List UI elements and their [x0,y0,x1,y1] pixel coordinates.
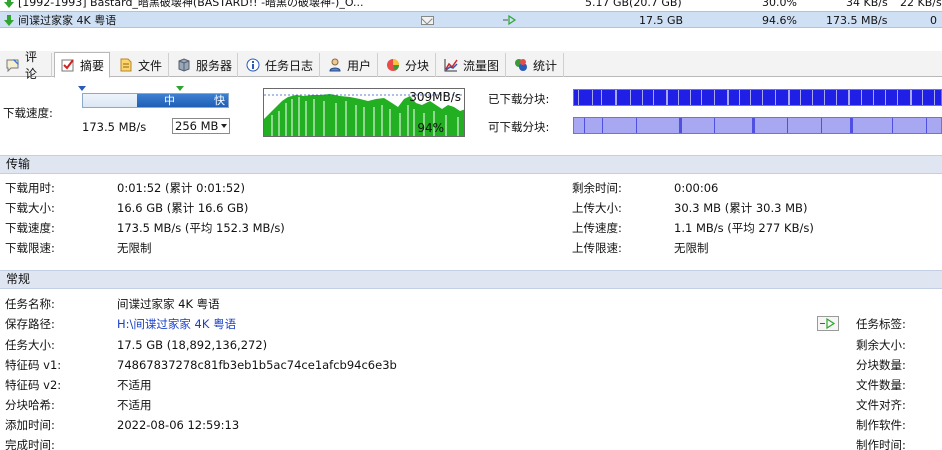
section-header-general: 常规 [0,270,942,289]
field-value: 17.5 GB (18,892,136,272) [117,338,268,352]
chart-icon [443,57,459,73]
download-speed-label: 下载速度: [3,106,53,120]
field-value: 1.1 MB/s (平均 277 KB/s) [674,221,814,235]
field-value: 无限制 [674,241,709,255]
field-value: 无限制 [117,241,152,255]
field-label: 分块哈希: [5,398,55,412]
chevron-down-icon [221,124,227,128]
task-row-selected[interactable]: 间谍过家家 4K 粤语 17.5 GB 94.6% 173.5 MB/s 0 [0,11,942,28]
field-value: 2022-08-06 12:59:13 [117,418,240,432]
task-progress: 30.0% [762,0,797,9]
download-arrow-icon [4,15,14,26]
download-arrow-icon [4,0,14,8]
save-path-link[interactable]: H:\间谍过家家 4K 粤语 [117,317,236,331]
play-preview-icon[interactable] [503,15,517,25]
info-icon [245,57,261,73]
field-value: 不适用 [117,398,152,412]
field-label: 添加时间: [5,418,55,432]
field-label: 特征码 v1: [5,358,62,372]
field-label: 下载用时: [5,181,55,195]
field-value: 30.3 MB (累计 30.3 MB) [674,201,808,215]
field-value: 0:01:52 (累计 0:01:52) [117,181,245,195]
section-header-transfer: 传输 [0,155,942,174]
field-label: 文件数量: [856,378,906,392]
field-label: 任务名称: [5,297,55,311]
field-value: 0:00:06 [674,181,719,195]
graph-percent: 94% [417,121,444,135]
speed-limit-select[interactable]: 256 MB [172,118,230,134]
field-label: 剩余时间: [572,181,622,195]
tab-summary[interactable]: 摘要 [54,52,110,78]
task-up-speed: 22 KB/s [900,0,942,9]
files-icon [118,57,134,73]
task-down-speed: 34 KB/s [846,0,888,9]
tab-comments[interactable]: 评论 [0,50,52,81]
slider-min-marker-icon [78,86,86,91]
field-label: 下载限速: [5,241,55,255]
tab-traffic-graph[interactable]: 流量图 [438,53,506,77]
field-label: 上传速度: [572,221,622,235]
task-name: [1992-1993] Bastard_暗黑破壊神(BASTARD!! -暗黒の… [18,0,364,9]
task-up-speed: 0 [930,14,937,27]
field-label: 特征码 v2: [5,378,62,392]
downloaded-pieces-bar [573,89,942,106]
tab-users[interactable]: 用户 [322,53,378,77]
open-folder-button[interactable] [817,316,839,331]
stats-icon [513,57,529,73]
user-icon [327,57,343,73]
field-label: 下载大小: [5,201,55,215]
slider-fast-label: 快 [214,94,225,107]
tab-task-log[interactable]: 任务日志 [240,53,320,77]
server-icon [176,57,192,73]
field-label: 任务标签: [856,317,906,331]
slider-current-marker-icon[interactable] [176,86,184,91]
comment-icon [5,57,21,73]
detail-tabbar: 评论 摘要 文件 服务器 任务日志 用户 分块 流量图 统计 [0,50,942,81]
field-label: 制作时间: [856,438,906,450]
pie-icon [385,57,401,73]
field-label: 下载速度: [5,221,55,235]
field-value: 间谍过家家 4K 粤语 [117,297,220,311]
field-label: 制作软件: [856,418,906,432]
field-label: 保存路径: [5,317,55,331]
tab-files[interactable]: 文件 [113,53,169,77]
tab-servers[interactable]: 服务器 [171,53,238,77]
field-value: 173.5 MB/s (平均 152.3 MB/s) [117,221,285,235]
field-label: 剩余大小: [856,338,906,352]
download-speed-value: 173.5 MB/s [82,120,147,134]
tab-statistics[interactable]: 统计 [508,53,564,77]
tab-pieces[interactable]: 分块 [380,53,436,77]
mail-icon [421,16,434,25]
available-pieces-label: 可下载分块: [488,120,550,134]
play-preview-icon [820,317,836,330]
downloaded-pieces-label: 已下载分块: [488,92,550,106]
task-size: 17.5 GB [639,14,684,27]
task-row[interactable]: [1992-1993] Bastard_暗黑破壊神(BASTARD!! -暗黒の… [0,0,942,11]
slider-mid-label: 中 [164,94,175,107]
field-label: 上传限速: [572,241,622,255]
field-value: 16.6 GB (累计 16.6 GB) [117,201,249,215]
task-down-speed: 173.5 MB/s [826,14,888,27]
available-pieces-bar [573,117,942,134]
task-size: 5.17 GB(20.7 GB) [585,0,682,9]
field-label: 分块数量: [856,358,906,372]
field-label: 上传大小: [572,201,622,215]
field-value: 不适用 [117,378,152,392]
field-label: 完成时间: [5,438,55,450]
graph-max-speed: 309MB/s [409,90,461,104]
speed-graph: 309MB/s 94% [263,88,465,137]
task-name: 间谍过家家 4K 粤语 [18,14,117,27]
task-progress: 94.6% [762,14,797,27]
summary-check-icon [60,57,76,73]
field-label: 任务大小: [5,338,55,352]
field-label: 文件对齐: [856,398,906,412]
field-value: 74867837278c81fb3eb1b5ac74ce1afcb94c6e3b [117,358,397,372]
